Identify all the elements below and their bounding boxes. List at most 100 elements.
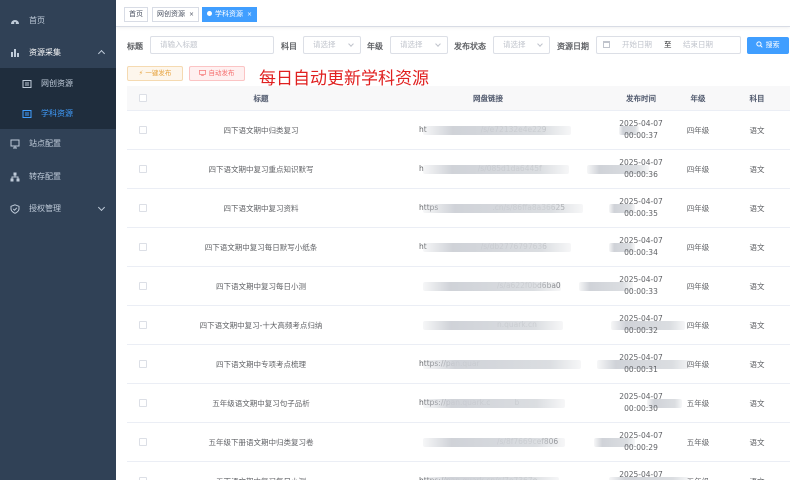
monitor-icon	[199, 70, 207, 76]
table-row[interactable]: 五年级下册语文期中归类复习卷/s/8f7669cef8062025-04-070…	[127, 423, 790, 462]
sidebar-item-auth[interactable]: 授权管理	[0, 193, 116, 224]
chevron-down-icon	[97, 203, 106, 212]
sidebar-item-collect[interactable]: 资源采集	[0, 37, 116, 68]
table-row[interactable]: 五年级语文期中复习句子品析https://pan.quark.cb2025-04…	[127, 384, 790, 423]
table-row[interactable]: 四下语文期中归类复习ht/s/e72132e4e2292025-04-0700:…	[127, 111, 790, 150]
search-button[interactable]: 搜索	[747, 37, 789, 54]
chevron-down-icon	[435, 41, 441, 47]
title-filter-label: 标题	[127, 42, 143, 51]
redaction-blur	[423, 360, 581, 369]
table-row[interactable]: 四下语文期中复习重点知识默写h/s/085d1da6445f2025-04-07…	[127, 150, 790, 189]
chevron-down-icon	[348, 41, 354, 47]
cell-date: 2025-04-07	[619, 197, 663, 206]
cell-subject: 语文	[749, 399, 765, 408]
subject-select[interactable]: 请选择	[303, 36, 361, 54]
select-all-checkbox[interactable]	[139, 94, 147, 102]
cell-date: 2025-04-07	[619, 158, 663, 167]
sidebar-item-transfer-config[interactable]: 转存配置	[0, 161, 116, 192]
cell-subject: 语文	[749, 165, 765, 174]
header-title: 标题	[253, 94, 269, 103]
chevron-down-icon	[537, 41, 543, 47]
sidebar-item-label: 转存配置	[29, 172, 61, 181]
auto-publish-button[interactable]: 自动发布	[189, 66, 245, 81]
sidebar-item-label: 资源采集	[29, 48, 61, 57]
header-subject: 科目	[749, 94, 765, 103]
cell-clock: 00:00:34	[624, 248, 658, 257]
table-header: 标题 网盘链接 发布时间 年级 科目	[127, 86, 790, 111]
cell-date: 2025-04-07	[619, 353, 663, 362]
dashboard-icon	[11, 19, 19, 24]
search-icon	[756, 41, 764, 48]
tag-wangchuang[interactable]: 网创资源 ×	[152, 7, 200, 22]
cell-grade: 四年级	[686, 321, 710, 330]
redaction-blur	[423, 282, 561, 291]
tag-xueke[interactable]: 学科资源 ×	[202, 7, 258, 22]
header-time: 发布时间	[626, 94, 656, 103]
redaction-blur	[423, 165, 569, 174]
tree-icon	[10, 172, 20, 181]
title-input[interactable]: 请输入标题	[150, 36, 274, 54]
cell-title: 五年级下册语文期中归类复习卷	[208, 438, 314, 447]
cell-title: 四下语文期中专项考点梳理	[216, 360, 306, 369]
cell-date: 2025-04-07	[619, 119, 663, 128]
search-button-label: 搜索	[765, 41, 780, 49]
status-select[interactable]: 请选择	[493, 36, 550, 54]
cell-title: 四下语文期中复习每日小测	[216, 282, 306, 291]
cell-grade: 五年级	[678, 476, 718, 480]
status-filter-label: 发布状态	[454, 42, 486, 51]
redaction-blur	[423, 204, 583, 213]
row-checkbox[interactable]	[139, 243, 147, 251]
cell-grade: 四年级	[686, 243, 710, 252]
sidebar-item-site-config[interactable]: 站点配置	[0, 128, 116, 159]
sidebar-item-wangchuang[interactable]: 网创资源	[0, 68, 116, 99]
subject-select-placeholder: 请选择	[313, 40, 336, 49]
publish-all-button[interactable]: ⚡ 一键发布	[127, 66, 183, 81]
cell-time: 2025-04-07 00:00:30	[611, 391, 671, 415]
tag-home[interactable]: 首页	[124, 7, 148, 22]
close-icon[interactable]: ×	[189, 11, 194, 18]
sidebar-item-xueke[interactable]: 学科资源	[0, 98, 116, 129]
auto-publish-label: 自动发布	[208, 69, 235, 77]
cell-clock: 00:00:33	[624, 287, 658, 296]
grade-select[interactable]: 请选择	[390, 36, 448, 54]
row-checkbox[interactable]	[139, 204, 147, 212]
cell-time: 2025-04-07 00:00:29	[611, 430, 671, 454]
cell-grade: 四年级	[686, 204, 710, 213]
close-icon[interactable]: ×	[247, 11, 252, 18]
row-checkbox[interactable]	[139, 321, 147, 329]
cell-subject: 语文	[749, 204, 765, 213]
row-checkbox[interactable]	[139, 165, 147, 173]
sidebar-item-label: 首页	[29, 16, 45, 25]
cell-time: 2025-04-07 00:00:31	[611, 352, 671, 376]
status-select-placeholder: 请选择	[503, 40, 526, 49]
cell-time: 2025-04-07 00:00:32	[611, 313, 671, 337]
table-row[interactable]: 四下语文期中复习每日小测/s/a622f0bd6ba02025-04-0700:…	[127, 267, 790, 306]
table-row[interactable]: 四下语文期中专项考点梳理https://pan.quar2025-04-0700…	[127, 345, 790, 384]
tag-label: 首页	[129, 10, 143, 18]
cell-clock: 00:00:36	[624, 170, 658, 179]
sidebar-item-home[interactable]: 首页	[0, 5, 116, 36]
date-range-picker[interactable]: 开始日期 至 结束日期	[596, 36, 741, 54]
sidebar: 首页 资源采集 网创资源 学科资源 站点配置 转存配置 授权管理	[0, 0, 116, 480]
table-row[interactable]: 四下语文期中复习每日默写小纸条ht/s/db27767976362025-04-…	[127, 228, 790, 267]
cell-subject: 语文	[749, 438, 765, 447]
row-checkbox[interactable]	[139, 399, 147, 407]
row-checkbox[interactable]	[139, 438, 147, 446]
cell-clock: 00:00:32	[624, 326, 658, 335]
sidebar-item-label: 站点配置	[29, 139, 61, 148]
cell-time: 2025-04-07 00:00:34	[611, 235, 671, 259]
cell-clock: 00:00:30	[624, 404, 658, 413]
row-checkbox[interactable]	[139, 360, 147, 368]
cell-clock: 00:00:31	[624, 365, 658, 374]
row-checkbox[interactable]	[139, 126, 147, 134]
cell-grade: 四年级	[686, 165, 710, 174]
date-filter-label: 资源日期	[557, 42, 589, 51]
table-row[interactable]: 四下语文期中复习资料https.cn/s/86ffa8a366252025-04…	[127, 189, 790, 228]
table-row[interactable]: 四下语文期中复习-十大高频考点归纳n.quark.cn2025-04-0700:…	[127, 306, 790, 345]
row-checkbox[interactable]	[139, 282, 147, 290]
redaction-blur	[423, 438, 565, 447]
cell-title: 四下语文期中复习每日默写小纸条	[204, 243, 318, 252]
end-date-placeholder: 结束日期	[683, 40, 713, 49]
cell-time: 2025-04-07 00:00:36	[611, 157, 671, 181]
table-row[interactable]: 五下语文期中复习每日小测https://pan.quark.cn/s/7e736…	[127, 462, 790, 480]
